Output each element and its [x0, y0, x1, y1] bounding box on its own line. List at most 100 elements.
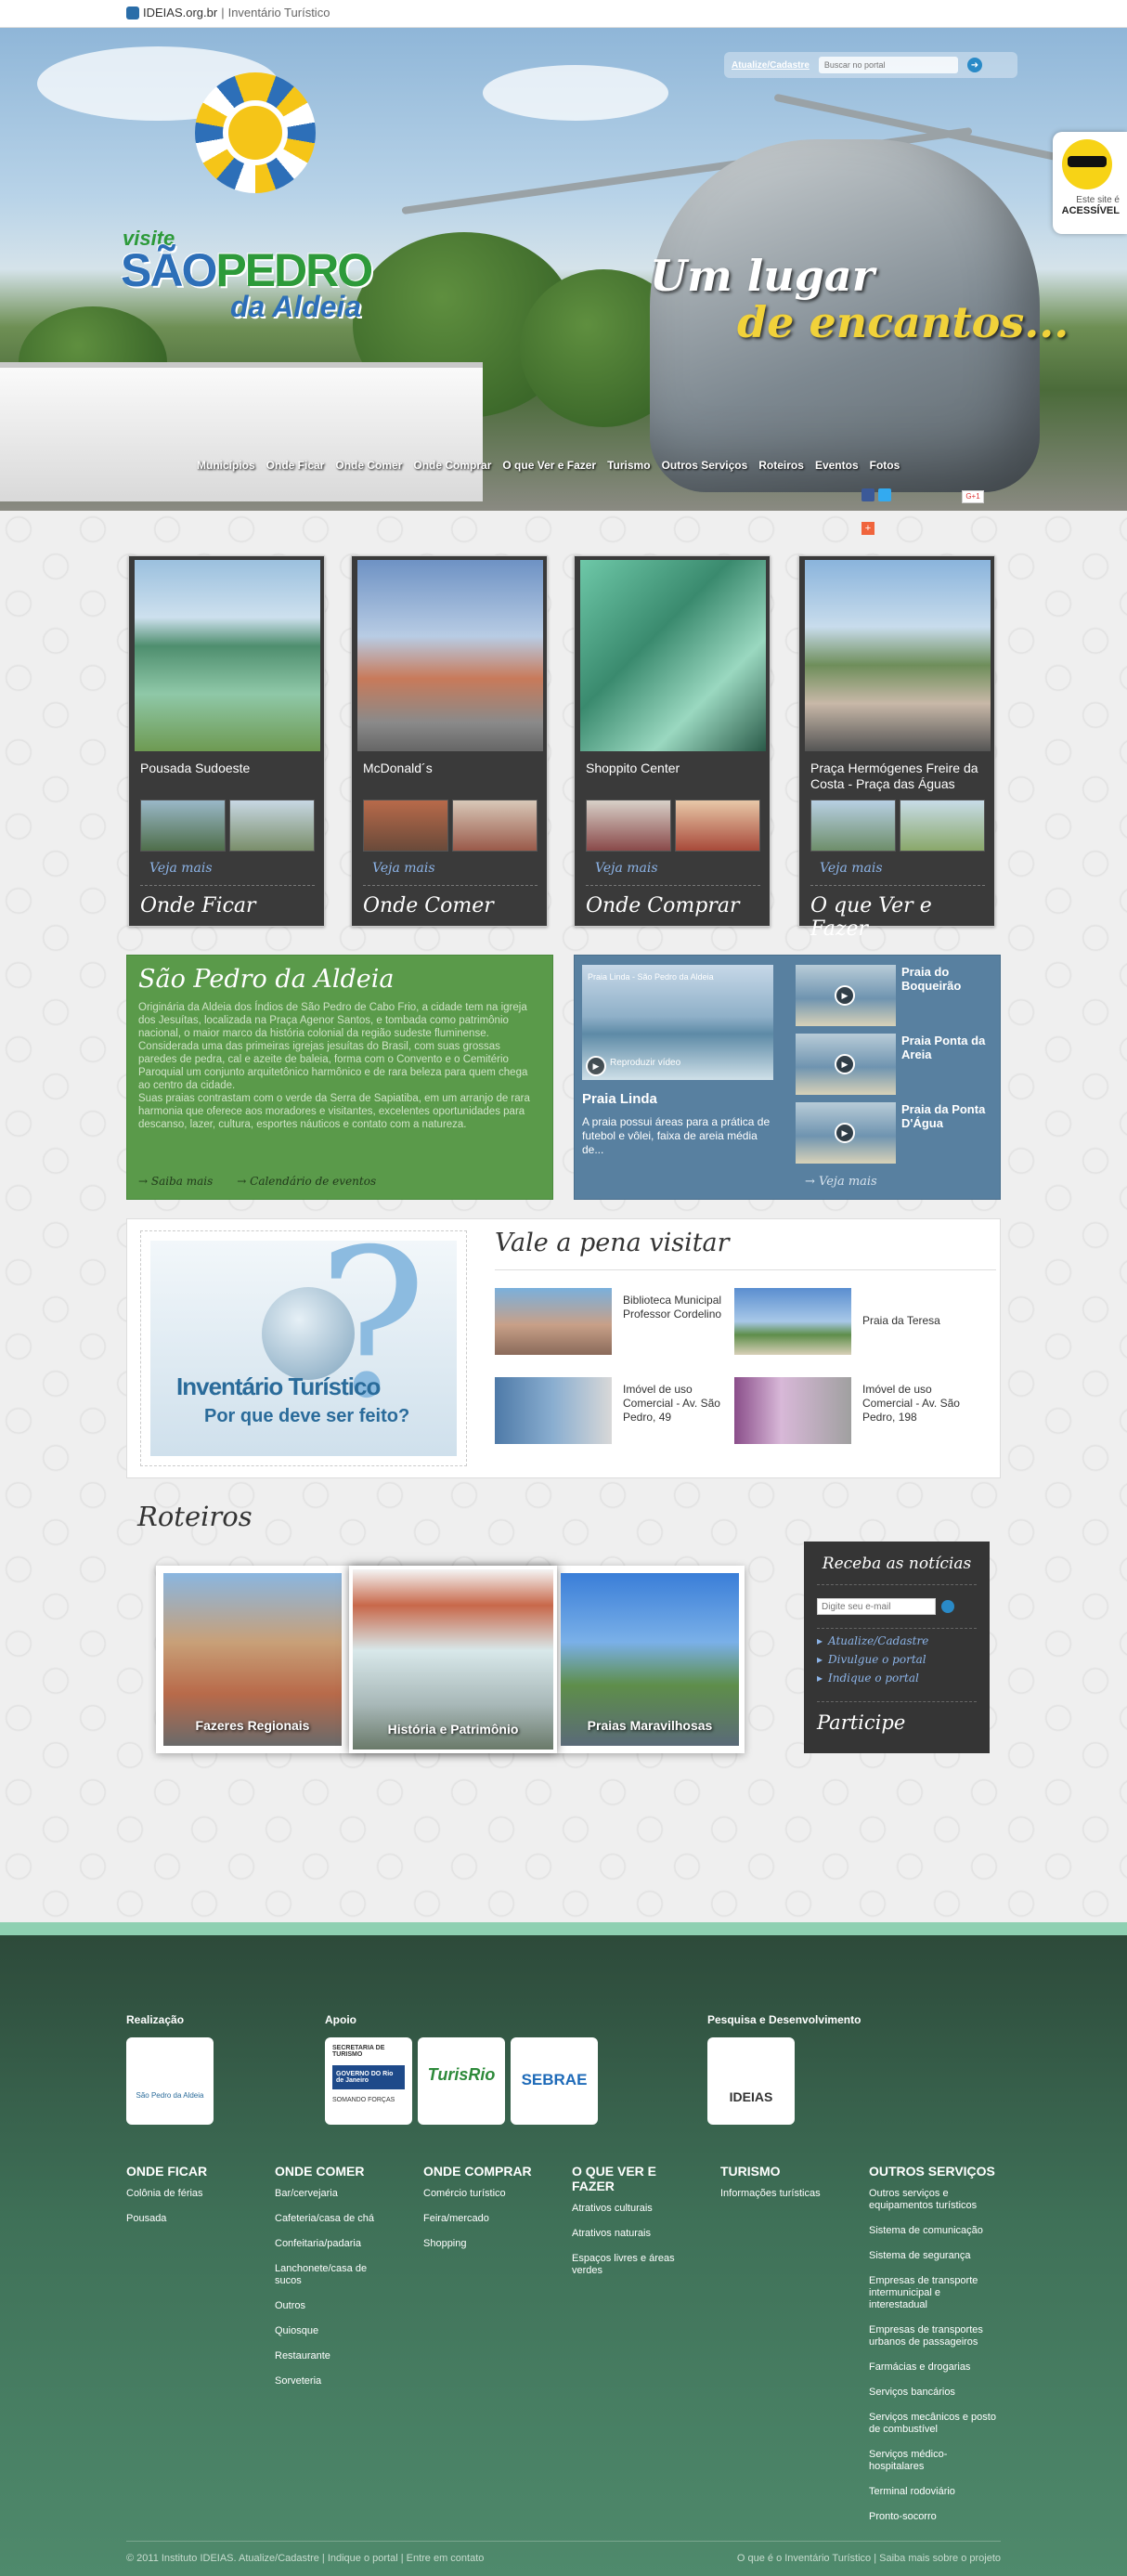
roteiro-label[interactable]: Praias Maravilhosas: [561, 1718, 739, 1733]
card-onde-ficar[interactable]: Pousada Sudoeste Veja mais Onde Ficar: [128, 555, 325, 927]
section-link[interactable]: Inventário Turístico: [228, 6, 330, 20]
newsletter-link[interactable]: Indique o portal: [817, 1672, 977, 1685]
place-name[interactable]: Biblioteca Municipal Professor Cordelino: [623, 1294, 725, 1321]
card-title[interactable]: Praça Hermógenes Freire da Costa - Praça…: [810, 761, 987, 792]
footer-link[interactable]: Outros: [275, 2300, 395, 2312]
site-logo[interactable]: visite SÃOPEDRO da Aldeia: [121, 72, 399, 351]
roteiro-label[interactable]: Fazeres Regionais: [163, 1718, 342, 1733]
roteiro-label[interactable]: História e Patrimônio: [353, 1722, 553, 1737]
brand-link[interactable]: IDEIAS.org.br: [143, 6, 217, 20]
video-more-link[interactable]: → Veja mais: [805, 1175, 877, 1189]
footer-link[interactable]: Comércio turístico: [423, 2188, 563, 2200]
nav-item-turismo[interactable]: Turismo: [602, 459, 655, 472]
card-thumb[interactable]: [363, 800, 448, 852]
place-image[interactable]: [495, 1288, 612, 1355]
footer-link[interactable]: Quiosque: [275, 2325, 395, 2337]
search-go-icon[interactable]: ➜: [966, 58, 982, 72]
nav-item-o-que-ver[interactable]: O que Ver e Fazer: [497, 459, 602, 472]
footer-link[interactable]: Informações turísticas: [720, 2188, 860, 2200]
footer-col-title[interactable]: OUTROS SERVIÇOS: [869, 2164, 1001, 2179]
play-icon[interactable]: ▶: [835, 1054, 855, 1074]
secretaria-turismo-logo[interactable]: SECRETARIA DE TURISMO GOVERNO DO Rio de …: [325, 2037, 412, 2125]
card-more-link[interactable]: Veja mais: [820, 861, 883, 876]
search-input[interactable]: [818, 57, 958, 73]
footer-col-title[interactable]: O QUE VER E FAZER: [572, 2164, 693, 2193]
roteiro-card[interactable]: História e Patrimônio: [349, 1566, 557, 1753]
footer-link[interactable]: Cafeteria/casa de chá: [275, 2213, 395, 2225]
footer-link[interactable]: Confeitaria/padaria: [275, 2238, 395, 2250]
card-thumb[interactable]: [229, 800, 315, 852]
footer-link[interactable]: Serviços bancários: [869, 2387, 1001, 2399]
card-category[interactable]: Onde Comer: [363, 894, 494, 917]
card-category[interactable]: Onde Ficar: [140, 894, 256, 917]
card-thumb[interactable]: [452, 800, 538, 852]
facebook-icon[interactable]: [861, 488, 874, 501]
footer-col-title[interactable]: ONDE COMER: [275, 2164, 395, 2179]
footer-link[interactable]: Terminal rodoviário: [869, 2486, 1001, 2498]
footer-link[interactable]: Bar/cervejaria: [275, 2188, 395, 2200]
subscribe-arrow-icon[interactable]: [941, 1600, 954, 1613]
inventario-banner[interactable]: ? Inventário Turístico Por que deve ser …: [140, 1230, 467, 1466]
nav-item-eventos[interactable]: Eventos: [810, 459, 864, 472]
footer-copyright[interactable]: © 2011 Instituto IDEIAS. Atualize/Cadast…: [126, 2553, 484, 2564]
nav-item-municipios[interactable]: Municípios: [191, 459, 261, 472]
newsletter-link[interactable]: Atualize/Cadastre: [817, 1634, 977, 1647]
main-video-title[interactable]: Praia Linda: [582, 1091, 657, 1107]
footer-link[interactable]: Serviços médico-hospitalares: [869, 2449, 1001, 2473]
footer-link[interactable]: Serviços mecânicos e posto de combustíve…: [869, 2412, 1001, 2436]
card-thumb[interactable]: [810, 800, 896, 852]
card-o-que-ver[interactable]: Praça Hermógenes Freire da Costa - Praça…: [798, 555, 995, 941]
footer-link[interactable]: Atrativos culturais: [572, 2203, 693, 2215]
sebrae-logo[interactable]: SEBRAE: [511, 2037, 598, 2125]
update-register-link[interactable]: Atualize/Cadastre: [732, 60, 810, 71]
play-icon[interactable]: ▶: [835, 985, 855, 1006]
video-item-title[interactable]: Praia Ponta da Areia: [901, 1034, 998, 1061]
footer-link[interactable]: Pousada: [126, 2213, 266, 2225]
card-more-link[interactable]: Veja mais: [149, 861, 213, 876]
place-name[interactable]: Imóvel de uso Comercial - Av. São Pedro,…: [623, 1383, 725, 1425]
saiba-mais-link[interactable]: → Saiba mais: [138, 1175, 213, 1188]
card-thumb[interactable]: [900, 800, 985, 852]
portal-brand[interactable]: IDEIAS.org.br | Inventário Turístico: [126, 6, 330, 20]
card-title[interactable]: Pousada Sudoeste: [140, 761, 317, 776]
turisrio-logo[interactable]: TurisRio: [418, 2037, 505, 2125]
play-icon[interactable]: ▶: [586, 1056, 606, 1076]
nav-item-onde-comer[interactable]: Onde Comer: [330, 459, 408, 472]
place-image[interactable]: [734, 1377, 851, 1444]
place-name[interactable]: Praia da Teresa: [862, 1314, 965, 1328]
footer-col-title[interactable]: ONDE FICAR: [126, 2164, 266, 2179]
nav-item-fotos[interactable]: Fotos: [864, 459, 906, 472]
footer-link[interactable]: Sorveteria: [275, 2375, 395, 2387]
roteiro-card[interactable]: Fazeres Regionais: [163, 1573, 342, 1746]
nav-item-roteiros[interactable]: Roteiros: [753, 459, 810, 472]
nav-item-outros-servicos[interactable]: Outros Serviços: [656, 459, 754, 472]
place-image[interactable]: [495, 1377, 612, 1444]
share-plus-icon[interactable]: +: [861, 522, 874, 535]
twitter-icon[interactable]: [878, 488, 891, 501]
footer-link[interactable]: Atrativos naturais: [572, 2228, 693, 2240]
card-category[interactable]: Onde Comprar: [586, 894, 739, 917]
participe-heading[interactable]: Participe: [817, 1701, 977, 1734]
newsletter-link[interactable]: Divulgue o portal: [817, 1653, 977, 1666]
accessibility-badge[interactable]: Este site é ACESSÍVEL: [1053, 132, 1127, 234]
roteiro-card[interactable]: Praias Maravilhosas: [561, 1573, 739, 1746]
play-icon[interactable]: ▶: [835, 1123, 855, 1143]
footer-link[interactable]: Pronto-socorro: [869, 2511, 1001, 2523]
place-name[interactable]: Imóvel de uso Comercial - Av. São Pedro,…: [862, 1383, 965, 1425]
footer-link[interactable]: Sistema de segurança: [869, 2250, 1001, 2262]
footer-link[interactable]: Sistema de comunicação: [869, 2225, 1001, 2237]
footer-link[interactable]: Shopping: [423, 2238, 563, 2250]
footer-link[interactable]: Restaurante: [275, 2350, 395, 2362]
footer-col-title[interactable]: TURISMO: [720, 2164, 860, 2179]
footer-link[interactable]: Lanchonete/casa de sucos: [275, 2263, 395, 2287]
card-onde-comer[interactable]: McDonald´s Veja mais Onde Comer: [351, 555, 548, 927]
ideias-logo[interactable]: IDEIAS: [707, 2037, 795, 2125]
footer-col-title[interactable]: ONDE COMPRAR: [423, 2164, 563, 2179]
place-image[interactable]: [734, 1288, 851, 1355]
footer-link[interactable]: Outros serviços e equipamentos turístico…: [869, 2188, 1001, 2212]
card-title[interactable]: Shoppito Center: [586, 761, 762, 776]
footer-link[interactable]: Empresas de transporte intermunicipal e …: [869, 2275, 1001, 2311]
card-title[interactable]: McDonald´s: [363, 761, 539, 776]
footer-link[interactable]: Espaços livres e áreas verdes: [572, 2253, 693, 2277]
footer-about-links[interactable]: O que é o Inventário Turístico | Saiba m…: [737, 2553, 1001, 2564]
